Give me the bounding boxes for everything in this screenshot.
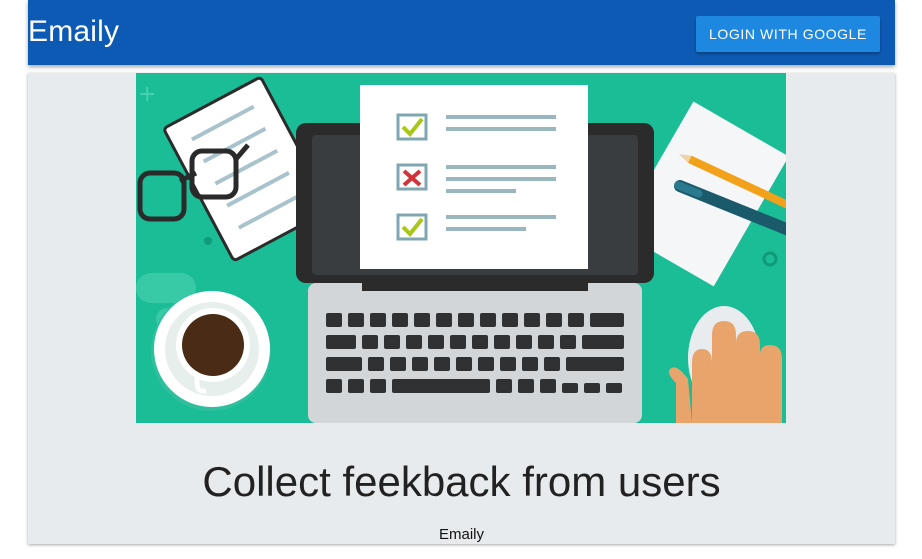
top-navbar: Emaily LOGIN WITH GOOGLE	[28, 0, 895, 65]
headline: Collect feekback from users	[202, 458, 721, 505]
survey-laptop-illustration-icon: +	[136, 73, 786, 423]
svg-text:+: +	[138, 82, 156, 107]
hero-image: +	[136, 73, 786, 423]
brand-logo-link[interactable]: Emaily	[28, 14, 119, 50]
footer-brand: Emaily	[438, 526, 484, 543]
login-with-google-button[interactable]: LOGIN WITH GOOGLE	[696, 16, 880, 52]
landing-card: + Collect feekback from users Emaily	[28, 73, 895, 544]
